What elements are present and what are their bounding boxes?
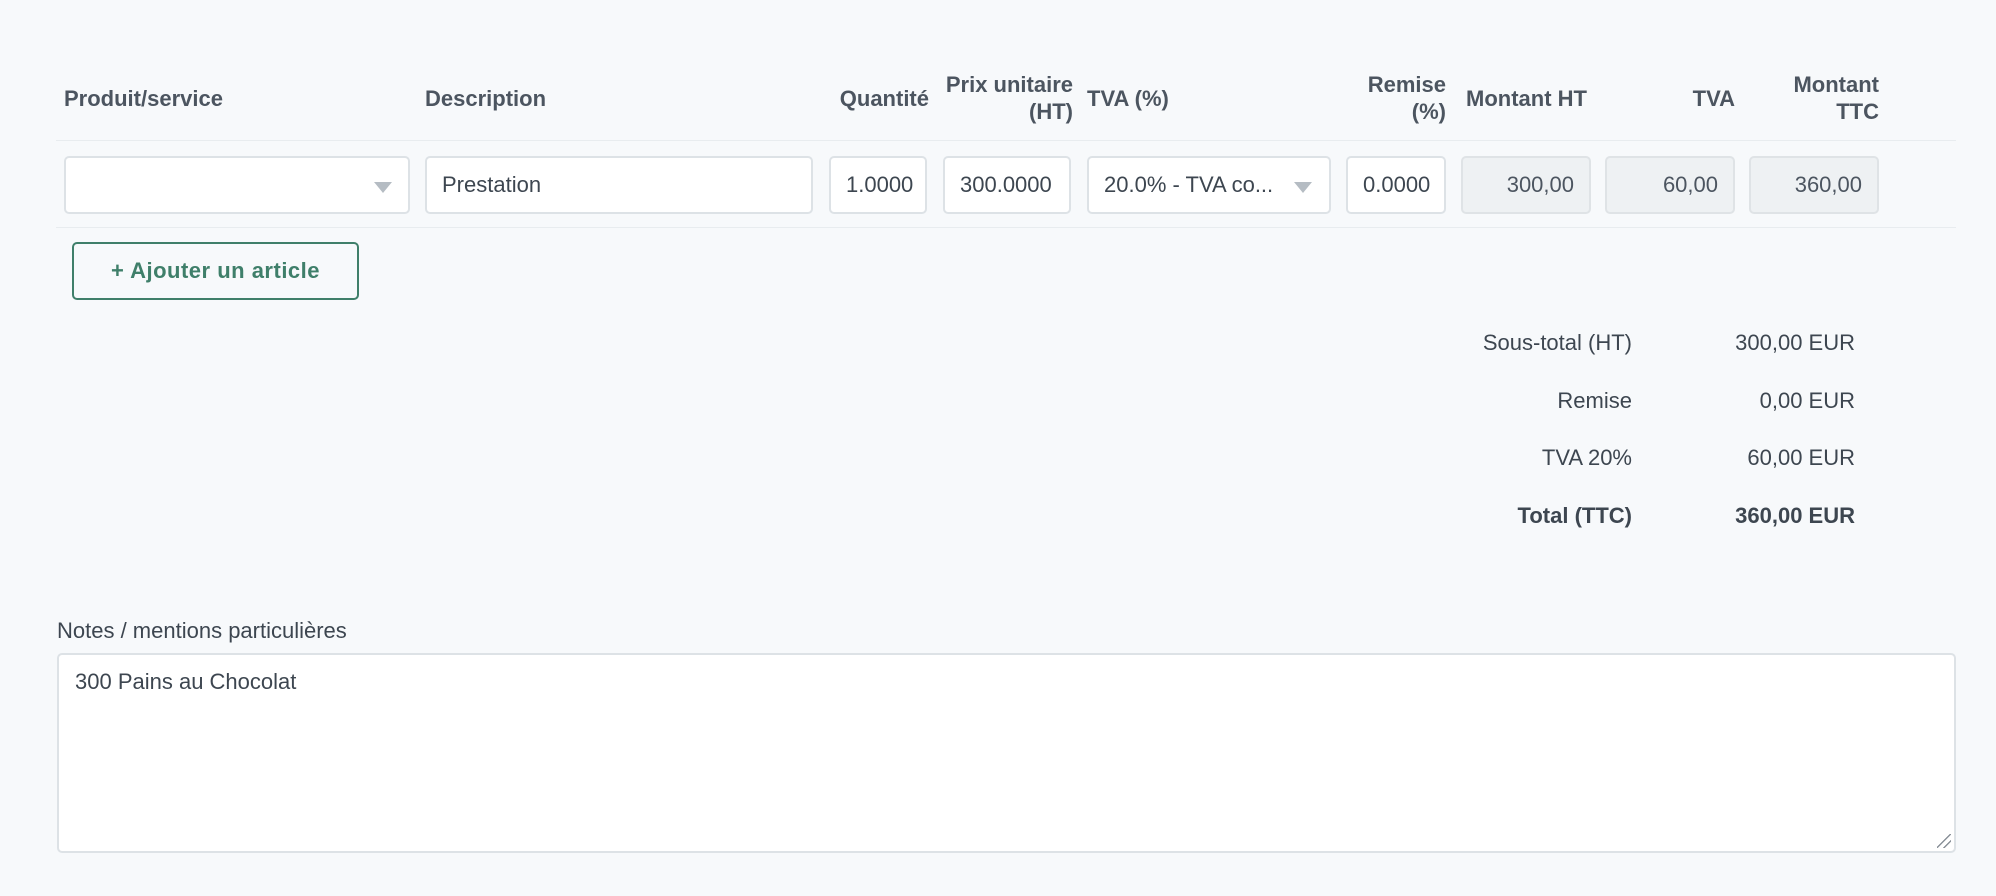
chevron-down-icon bbox=[1294, 182, 1312, 193]
chevron-down-icon bbox=[374, 182, 392, 193]
description-input-value: Prestation bbox=[442, 172, 542, 197]
amount-ht-field: 300,00 bbox=[1461, 156, 1591, 214]
row-divider bbox=[56, 227, 1956, 228]
vat-amount-value: 60,00 bbox=[1662, 172, 1718, 197]
column-header-discount: Remise (%) bbox=[1330, 71, 1446, 125]
discount-total-label: Remise bbox=[1557, 388, 1632, 413]
header-divider bbox=[56, 140, 1956, 141]
notes-textarea-value: 300 Pains au Chocolat bbox=[75, 669, 297, 694]
vat-rate-select-value: 20.0% - TVA co... bbox=[1104, 172, 1274, 197]
column-header-amount-ttc-line1: Montant bbox=[1793, 72, 1879, 97]
column-header-unit-price-line2: (HT) bbox=[1029, 99, 1073, 124]
amount-ttc-value: 360,00 bbox=[1794, 172, 1862, 197]
column-header-vat: TVA bbox=[1692, 86, 1735, 111]
discount-total-value: 0,00 EUR bbox=[1759, 388, 1855, 413]
quantity-input-value: 1.0000 bbox=[846, 172, 914, 197]
amount-ttc-field: 360,00 bbox=[1749, 156, 1879, 214]
column-header-unit-price: Prix unitaire (HT) bbox=[925, 71, 1073, 125]
resize-handle-icon[interactable] bbox=[1937, 834, 1951, 848]
column-header-amount-ttc: Montant TTC bbox=[1750, 71, 1879, 125]
vat-total-label: TVA 20% bbox=[1541, 445, 1632, 470]
amount-ht-value: 300,00 bbox=[1506, 172, 1574, 197]
grand-total-value: 360,00 EUR bbox=[1735, 503, 1855, 528]
column-header-unit-price-line1: Prix unitaire bbox=[945, 72, 1073, 97]
unit-price-input[interactable]: 300.0000 bbox=[943, 156, 1071, 214]
vat-rate-select[interactable]: 20.0% - TVA co... bbox=[1087, 156, 1331, 214]
column-header-discount-line1: Remise bbox=[1367, 72, 1446, 97]
vat-total-value: 60,00 EUR bbox=[1747, 445, 1855, 470]
add-item-button[interactable]: + Ajouter un article bbox=[72, 242, 359, 300]
quantity-input[interactable]: 1.0000 bbox=[829, 156, 927, 214]
column-header-vat-rate: TVA (%) bbox=[1087, 86, 1169, 111]
subtotal-value: 300,00 EUR bbox=[1735, 330, 1855, 355]
column-header-description: Description bbox=[425, 86, 547, 111]
column-header-amount-ttc-line2: TTC bbox=[1836, 99, 1879, 124]
column-header-quantity: Quantité bbox=[839, 86, 929, 111]
product-select[interactable] bbox=[64, 156, 410, 214]
grand-total-label: Total (TTC) bbox=[1517, 503, 1632, 528]
discount-input-value: 0.0000 bbox=[1363, 172, 1431, 197]
notes-label: Notes / mentions particulières bbox=[57, 618, 347, 643]
invoice-lines-panel: Produit/service Description Quantité Pri… bbox=[0, 0, 1996, 896]
column-header-amount-ht: Montant HT bbox=[1466, 86, 1587, 111]
column-header-discount-line2: (%) bbox=[1411, 99, 1446, 124]
column-header-product: Produit/service bbox=[64, 86, 223, 111]
subtotal-label: Sous-total (HT) bbox=[1482, 330, 1632, 355]
unit-price-input-value: 300.0000 bbox=[960, 172, 1052, 197]
description-input[interactable]: Prestation bbox=[425, 156, 813, 214]
vat-amount-field: 60,00 bbox=[1605, 156, 1735, 214]
notes-textarea[interactable]: 300 Pains au Chocolat bbox=[57, 653, 1956, 853]
discount-input[interactable]: 0.0000 bbox=[1346, 156, 1446, 214]
